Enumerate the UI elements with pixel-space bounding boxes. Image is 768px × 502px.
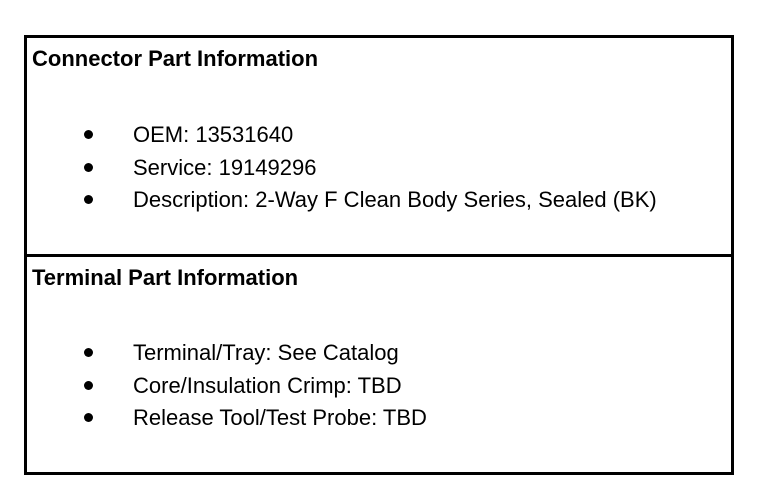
terminal-tray: Terminal/Tray: See Catalog [133, 340, 399, 365]
connector-description: Description: 2-Way F Clean Body Series, … [133, 187, 657, 212]
release-tool-test-probe: Release Tool/Test Probe: TBD [133, 405, 427, 430]
bullet-icon [84, 413, 93, 422]
bullet-icon [84, 348, 93, 357]
bullet-icon [84, 130, 93, 139]
bullet-icon [84, 195, 93, 204]
connector-info-list: OEM: 13531640 Service: 19149296 Descript… [27, 119, 731, 217]
list-item: OEM: 13531640 [27, 119, 731, 152]
list-item: Service: 19149296 [27, 152, 731, 185]
terminal-info-list: Terminal/Tray: See Catalog Core/Insulati… [27, 337, 731, 435]
connector-section-title: Connector Part Information [32, 46, 319, 71]
bullet-icon [84, 162, 93, 172]
terminal-part-information-section: Terminal Part Information Terminal/Tray:… [27, 257, 731, 472]
core-insulation-crimp: Core/Insulation Crimp: TBD [133, 372, 402, 398]
list-item: Core/Insulation Crimp: TBD [27, 370, 731, 403]
list-item: Description: 2-Way F Clean Body Series, … [27, 184, 731, 217]
part-information-table: Connector Part Information OEM: 13531640… [24, 35, 734, 475]
list-item: Release Tool/Test Probe: TBD [27, 402, 731, 435]
connector-service: Service: 19149296 [133, 154, 317, 180]
terminal-section-title: Terminal Part Information [32, 265, 299, 290]
connector-oem: OEM: 13531640 [133, 122, 294, 147]
bullet-icon [84, 380, 93, 390]
connector-part-information-section: Connector Part Information OEM: 13531640… [27, 38, 731, 254]
list-item: Terminal/Tray: See Catalog [27, 337, 731, 370]
